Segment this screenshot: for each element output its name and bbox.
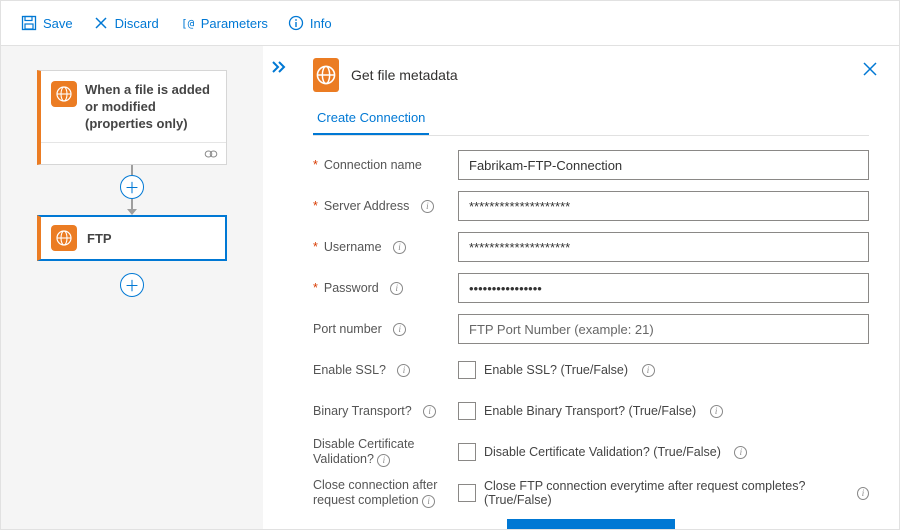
server-address-label: *Server Address i <box>313 199 458 214</box>
info-button[interactable]: Info <box>280 11 340 35</box>
ftp-connector-icon <box>51 81 77 107</box>
info-icon[interactable]: i <box>390 282 403 295</box>
close-conn-checkbox[interactable] <box>458 484 476 502</box>
link-icon <box>204 149 218 159</box>
parameters-icon: [@] <box>179 15 195 31</box>
add-step-button-2[interactable]: ＋ <box>120 273 144 297</box>
cert-label: Disable Certificate Validation? i <box>313 437 458 467</box>
info-label: Info <box>310 16 332 31</box>
ftp-action-card[interactable]: FTP <box>37 215 227 261</box>
tab-create-connection[interactable]: Create Connection <box>313 102 429 135</box>
parameters-label: Parameters <box>201 16 268 31</box>
parameters-button[interactable]: [@] Parameters <box>171 11 276 35</box>
cert-checkbox[interactable] <box>458 443 476 461</box>
connection-name-label: *Connection name <box>313 158 458 173</box>
panel-tabs: Create Connection <box>313 102 869 136</box>
info-icon[interactable]: i <box>422 495 435 508</box>
trigger-card-title: When a file is added or modified (proper… <box>85 81 214 132</box>
info-icon[interactable]: i <box>642 364 655 377</box>
create-button[interactable]: Create <box>507 519 675 530</box>
svg-text:[@]: [@] <box>181 17 195 30</box>
info-icon[interactable]: i <box>710 405 723 418</box>
info-icon[interactable]: i <box>857 487 869 500</box>
port-input[interactable] <box>458 314 869 344</box>
server-address-input[interactable] <box>458 191 869 221</box>
save-button[interactable]: Save <box>13 11 81 35</box>
ftp-connector-icon <box>51 225 77 251</box>
ssl-label: Enable SSL? i <box>313 363 458 378</box>
info-icon[interactable]: i <box>393 323 406 336</box>
info-icon[interactable]: i <box>421 200 434 213</box>
save-icon <box>21 15 37 31</box>
binary-label: Binary Transport? i <box>313 404 458 419</box>
discard-icon <box>93 15 109 31</box>
port-label: Port number i <box>313 322 458 337</box>
info-icon[interactable]: i <box>397 364 410 377</box>
connection-name-input[interactable] <box>458 150 869 180</box>
connector-line <box>131 165 133 175</box>
password-label: *Password i <box>313 281 458 296</box>
binary-check-label: Enable Binary Transport? (True/False) i <box>484 404 723 418</box>
ftp-card-title: FTP <box>87 230 112 247</box>
info-icon[interactable]: i <box>377 454 390 467</box>
ftp-connector-icon <box>313 58 339 92</box>
connection-form: *Connection name *Server Address i *User… <box>313 150 869 530</box>
info-icon[interactable]: i <box>393 241 406 254</box>
panel-header: Get file metadata <box>313 58 869 92</box>
toolbar: Save Discard [@] Parameters Info <box>1 1 899 45</box>
info-icon[interactable]: i <box>423 405 436 418</box>
info-icon[interactable]: i <box>734 446 747 459</box>
password-input[interactable] <box>458 273 869 303</box>
designer-canvas: When a file is added or modified (proper… <box>1 46 263 530</box>
close-conn-check-label: Close FTP connection everytime after req… <box>484 479 869 507</box>
close-conn-label: Close connection after request completio… <box>313 478 458 508</box>
ssl-check-label: Enable SSL? (True/False) i <box>484 363 655 377</box>
ssl-checkbox[interactable] <box>458 361 476 379</box>
connector-line <box>131 199 133 209</box>
username-input[interactable] <box>458 232 869 262</box>
username-label: *Username i <box>313 240 458 255</box>
close-panel-button[interactable] <box>861 60 879 78</box>
cert-check-label: Disable Certificate Validation? (True/Fa… <box>484 445 747 459</box>
save-label: Save <box>43 16 73 31</box>
config-panel: Get file metadata Create Connection *Con… <box>263 46 899 530</box>
collapse-panel-button[interactable] <box>271 60 287 74</box>
discard-button[interactable]: Discard <box>85 11 167 35</box>
add-step-button-1[interactable]: ＋ <box>120 175 144 199</box>
panel-title: Get file metadata <box>351 67 458 83</box>
info-icon <box>288 15 304 31</box>
binary-checkbox[interactable] <box>458 402 476 420</box>
discard-label: Discard <box>115 16 159 31</box>
trigger-card[interactable]: When a file is added or modified (proper… <box>37 70 227 165</box>
